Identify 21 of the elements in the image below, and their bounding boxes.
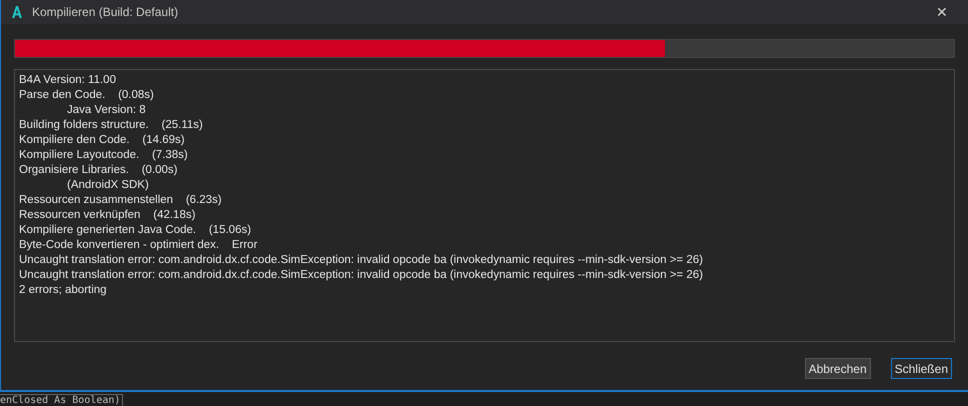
log-line: Building folders structure. (25.11s) xyxy=(19,118,204,133)
log-line: Ressourcen verknüpfen (42.18s) xyxy=(19,208,196,223)
log-line: Parse den Code. (0.08s) xyxy=(19,88,155,103)
log-line: Uncaught translation error: com.android.dx.cf.code.SimException: invalid opcode ba (invokedynamic requires --min-sdk-version >= 26) xyxy=(19,268,704,283)
log-line: 2 errors; aborting xyxy=(19,283,108,298)
cancel-button[interactable]: Abbrechen xyxy=(804,358,871,379)
log-line: (AndroidX SDK) xyxy=(66,178,150,193)
log-line: Java Version: 8 xyxy=(66,103,147,118)
log-line: Ressourcen zusammenstellen (6.23s) xyxy=(19,193,223,208)
log-line: Kompiliere generierten Java Code. (15.06s) xyxy=(19,223,252,238)
log-line: Organisiere Libraries. (0.00s) xyxy=(19,163,179,178)
code-text: enClosed As Boolean) xyxy=(0,394,124,406)
log-line: Kompiliere Layoutcode. (7.38s) xyxy=(19,148,189,163)
log-line: B4A Version: 11.00 xyxy=(19,73,117,88)
app-logo-icon xyxy=(11,6,23,18)
log-line: Kompiliere den Code. (14.69s) xyxy=(19,133,186,148)
window-title: Kompilieren (Build: Default) xyxy=(32,5,180,19)
log-line: Uncaught translation error: com.android.dx.cf.code.SimException: invalid opcode ba (invokedynamic requires --min-sdk-version >= 26) xyxy=(19,253,704,268)
log-line: Byte-Code konvertieren - optimiert dex. Error xyxy=(19,238,258,253)
close-dialog-button[interactable]: Schließen xyxy=(890,358,952,379)
close-button[interactable]: ✕ xyxy=(922,0,962,24)
